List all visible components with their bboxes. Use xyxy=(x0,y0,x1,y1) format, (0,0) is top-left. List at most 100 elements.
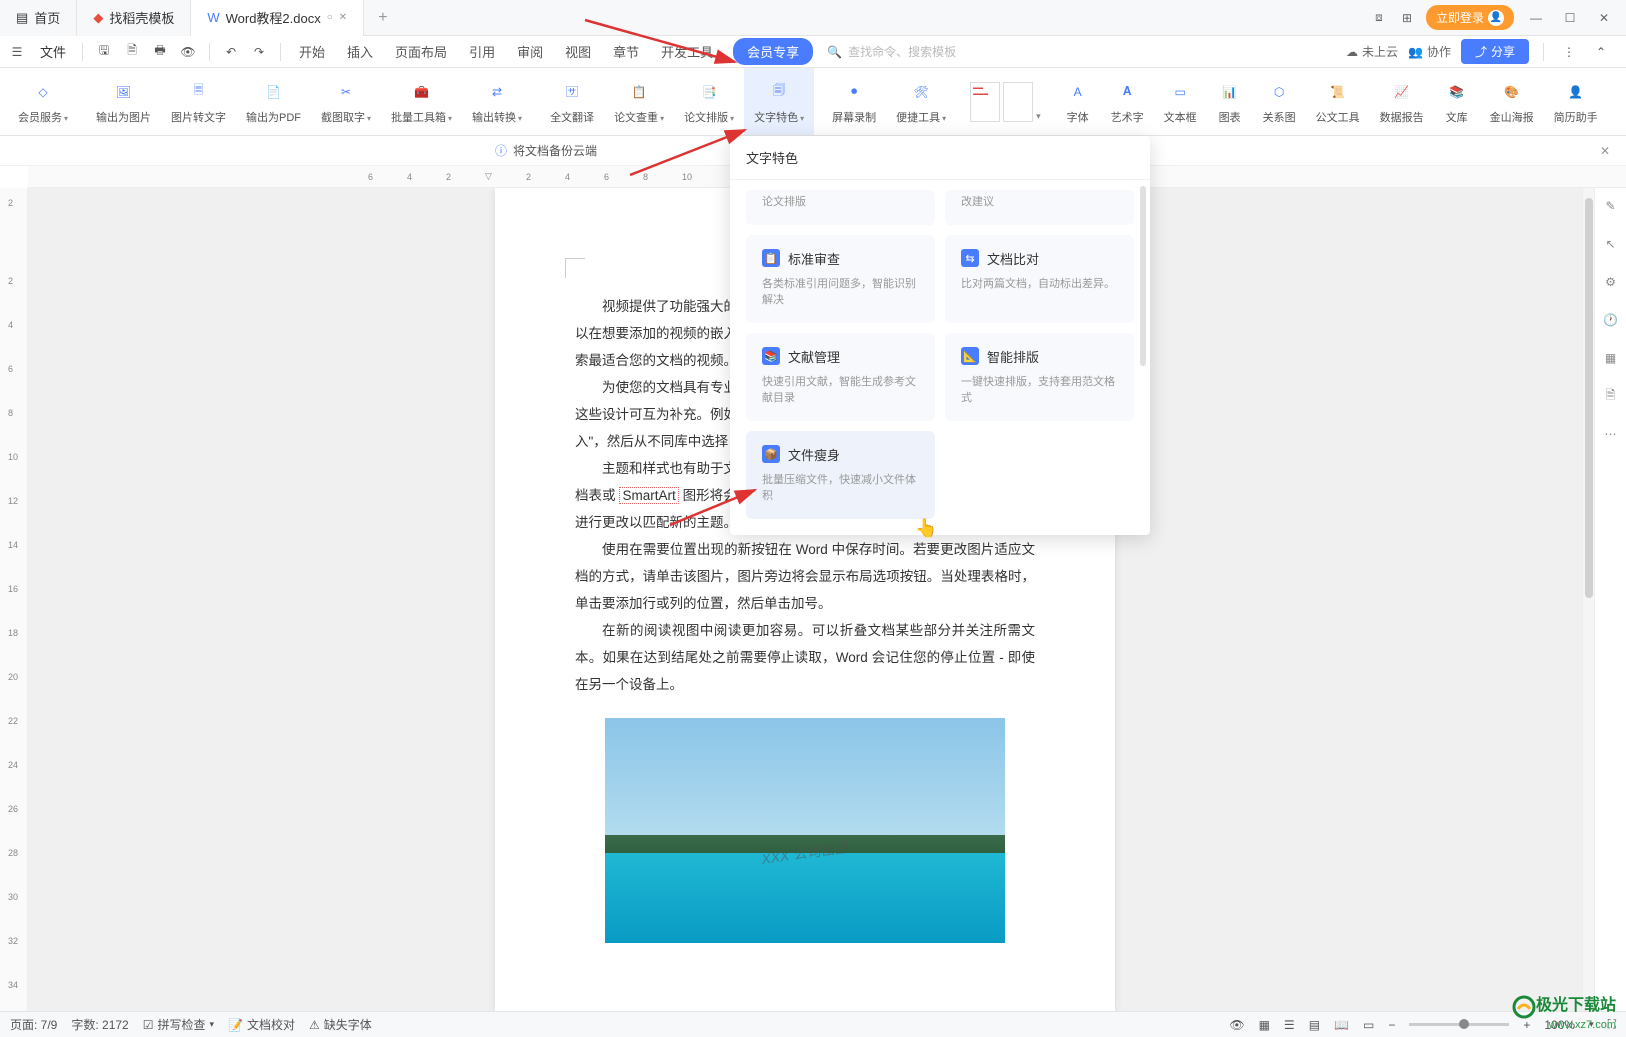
share-button[interactable]: ⤴分享 xyxy=(1461,39,1529,64)
ribbon-screenshot-text[interactable]: ✂截图取字▾ xyxy=(311,68,381,135)
popup-card-paper-layout[interactable]: 论文排版 xyxy=(746,190,935,225)
popup-card-compare[interactable]: ⇆文档比对 比对两篇文档，自动标出差异。 xyxy=(945,235,1134,323)
status-page[interactable]: 页面: 7/9 xyxy=(10,1016,57,1033)
popup-card-standard-review[interactable]: 📋标准审查 各类标准引用问题多，智能识别解决 xyxy=(746,235,935,323)
new-tab-button[interactable]: + xyxy=(364,9,401,27)
hamburger-icon[interactable]: ☰ xyxy=(6,41,28,63)
vertical-scrollbar[interactable] xyxy=(1582,188,1594,1011)
status-view-web[interactable]: ☰ xyxy=(1284,1018,1295,1032)
menu-tab-layout[interactable]: 页面布局 xyxy=(393,38,449,65)
document-image[interactable]: XXX 公司出品 xyxy=(605,718,1005,943)
tab-home[interactable]: ▤首页 xyxy=(0,0,77,36)
tab-template[interactable]: ◆找稻壳模板 xyxy=(77,0,191,36)
ribbon-font[interactable]: A字体 xyxy=(1055,68,1101,135)
popup-scrollbar[interactable] xyxy=(1140,186,1146,366)
status-view-read[interactable]: 📖 xyxy=(1334,1018,1349,1032)
menu-tab-insert[interactable]: 插入 xyxy=(345,38,375,65)
side-pen-icon[interactable]: ✎ xyxy=(1601,196,1621,216)
collab-button[interactable]: 👥协作 xyxy=(1408,43,1451,60)
ribbon-member-service[interactable]: ◇会员服务▾ xyxy=(8,68,78,135)
ribbon-label: 简历助手 xyxy=(1554,109,1598,125)
ribbon-chart[interactable]: 📊图表 xyxy=(1207,68,1253,135)
ribbon-official-docs[interactable]: 📜公文工具 xyxy=(1306,68,1370,135)
scrollbar-thumb[interactable] xyxy=(1585,198,1593,598)
menu-tab-vip[interactable]: 会员专享 xyxy=(733,38,813,65)
status-missing-fonts[interactable]: ⚠缺失字体 xyxy=(309,1016,372,1033)
ribbon-batch-tools[interactable]: 🧰批量工具箱▾ xyxy=(381,68,462,135)
ribbon-convert[interactable]: ⇄输出转换▾ xyxy=(462,68,532,135)
ribbon-screen-record[interactable]: ⏺屏幕录制 xyxy=(822,68,886,135)
ribbon-plagiarism[interactable]: 📋论文查重▾ xyxy=(604,68,674,135)
maximize-button[interactable]: ☐ xyxy=(1558,11,1582,25)
zoom-out[interactable]: − xyxy=(1388,1018,1395,1032)
notification-close[interactable]: ✕ xyxy=(1600,144,1610,158)
ribbon-export-image[interactable]: 🖼输出为图片 xyxy=(86,68,161,135)
minimize-button[interactable]: — xyxy=(1524,11,1548,25)
grid-icon[interactable]: ⊞ xyxy=(1398,9,1416,27)
popup-card-smart-layout[interactable]: 📐智能排版 一键快速排版，支持套用范文格式 xyxy=(945,333,1134,421)
template-thumb-2[interactable] xyxy=(1003,82,1033,122)
side-doc-icon[interactable]: 🗎 xyxy=(1601,386,1621,406)
ribbon-paper-layout[interactable]: 📑论文排版▾ xyxy=(674,68,744,135)
ribbon-library[interactable]: 📚文库 xyxy=(1434,68,1480,135)
file-menu[interactable]: 文件 xyxy=(34,42,72,61)
search-box[interactable]: 🔍 查找命令、搜索模板 xyxy=(827,43,956,60)
ribbon-label: 批量工具箱 xyxy=(391,112,446,124)
ruler-mark: 4 xyxy=(407,172,412,182)
status-view-print[interactable]: ▦ xyxy=(1259,1018,1270,1032)
ribbon-textbox[interactable]: ▭文本框 xyxy=(1154,68,1207,135)
zoom-handle[interactable] xyxy=(1459,1019,1469,1029)
ribbon-translate[interactable]: 🈂全文翻译 xyxy=(540,68,604,135)
ribbon-text-features[interactable]: 🗐文字特色▾ xyxy=(744,68,814,135)
login-button[interactable]: 立即登录👤 xyxy=(1426,5,1514,30)
vertical-ruler[interactable]: 2 2 4 6 8 10 12 14 16 18 20 22 24 26 28 … xyxy=(0,188,28,1011)
ribbon-quick-tools[interactable]: 🛠便捷工具▾ xyxy=(886,68,956,135)
status-view-outline[interactable]: ▤ xyxy=(1309,1018,1320,1032)
para-text: 主题和样式也有助于文 xyxy=(602,461,737,476)
close-icon[interactable]: ✕ xyxy=(339,12,347,23)
undo-icon[interactable]: ↶ xyxy=(220,41,242,63)
popup-card-file-slim[interactable]: 📦文件瘦身 批量压缩文件，快速减小文件体积 xyxy=(746,431,935,519)
tab-document[interactable]: WWord教程2.docx○✕ xyxy=(191,0,364,36)
ribbon-export-pdf[interactable]: 📄输出为PDF xyxy=(236,68,311,135)
ribbon-more[interactable]: ⊞更多 xyxy=(1616,68,1626,135)
ribbon-resume[interactable]: 👤简历助手 xyxy=(1544,68,1608,135)
notes-icon[interactable]: ⧈ xyxy=(1370,9,1388,27)
status-words[interactable]: 字数: 2172 xyxy=(71,1016,128,1033)
ribbon-template-thumbs[interactable]: ▬▬▬▬▬ ▾ xyxy=(964,82,1047,122)
chevron-up-icon[interactable]: ⌃ xyxy=(1590,41,1612,63)
ribbon-data-report[interactable]: 📈数据报告 xyxy=(1370,68,1434,135)
side-dots-icon[interactable]: ⋯ xyxy=(1601,424,1621,444)
poster-icon: 🎨 xyxy=(1499,79,1525,105)
status-spellcheck[interactable]: ☑拼写检查▾ xyxy=(143,1016,214,1033)
side-grid-icon[interactable]: ▦ xyxy=(1601,348,1621,368)
redo-icon[interactable]: ↷ xyxy=(248,41,270,63)
status-proofread[interactable]: 📝文档校对 xyxy=(228,1016,295,1033)
ribbon-poster[interactable]: 🎨金山海报 xyxy=(1480,68,1544,135)
ribbon-ocr[interactable]: 🗏图片转文字 xyxy=(161,68,236,135)
save-as-icon[interactable]: 🗎 xyxy=(121,41,143,63)
print-icon[interactable]: 🖶 xyxy=(149,41,171,63)
ribbon-relation[interactable]: ⬡关系图 xyxy=(1253,68,1306,135)
indent-marker[interactable]: ▽ xyxy=(485,171,492,182)
menu-tab-review[interactable]: 审阅 xyxy=(515,38,545,65)
close-button[interactable]: ✕ xyxy=(1592,11,1616,25)
ribbon-wordart[interactable]: 𝐀艺术字 xyxy=(1101,68,1154,135)
template-thumb-1[interactable]: ▬▬▬▬▬ xyxy=(970,82,1000,122)
side-clock-icon[interactable]: 🕐 xyxy=(1601,310,1621,330)
chevron-down-icon[interactable]: ▾ xyxy=(1036,111,1041,122)
save-icon[interactable]: 🖫 xyxy=(93,41,115,63)
menu-tab-references[interactable]: 引用 xyxy=(467,38,497,65)
ribbon-label: 字体 xyxy=(1067,109,1089,125)
side-gear-icon[interactable]: ⚙ xyxy=(1601,272,1621,292)
status-frame-icon[interactable]: ▭ xyxy=(1363,1018,1374,1032)
status-view-eye[interactable]: 👁 xyxy=(1229,1018,1244,1032)
popup-card-suggestion[interactable]: 改建议 xyxy=(945,190,1134,225)
menu-tab-start[interactable]: 开始 xyxy=(297,38,327,65)
popup-card-references[interactable]: 📚文献管理 快速引用文献，智能生成参考文献目录 xyxy=(746,333,935,421)
more-menu-icon[interactable]: ⋮ xyxy=(1558,41,1580,63)
zoom-slider[interactable] xyxy=(1409,1023,1509,1026)
print-preview-icon[interactable]: 👁 xyxy=(177,41,199,63)
side-cursor-icon[interactable]: ↖ xyxy=(1601,234,1621,254)
cloud-status[interactable]: ☁未上云 xyxy=(1346,43,1398,60)
